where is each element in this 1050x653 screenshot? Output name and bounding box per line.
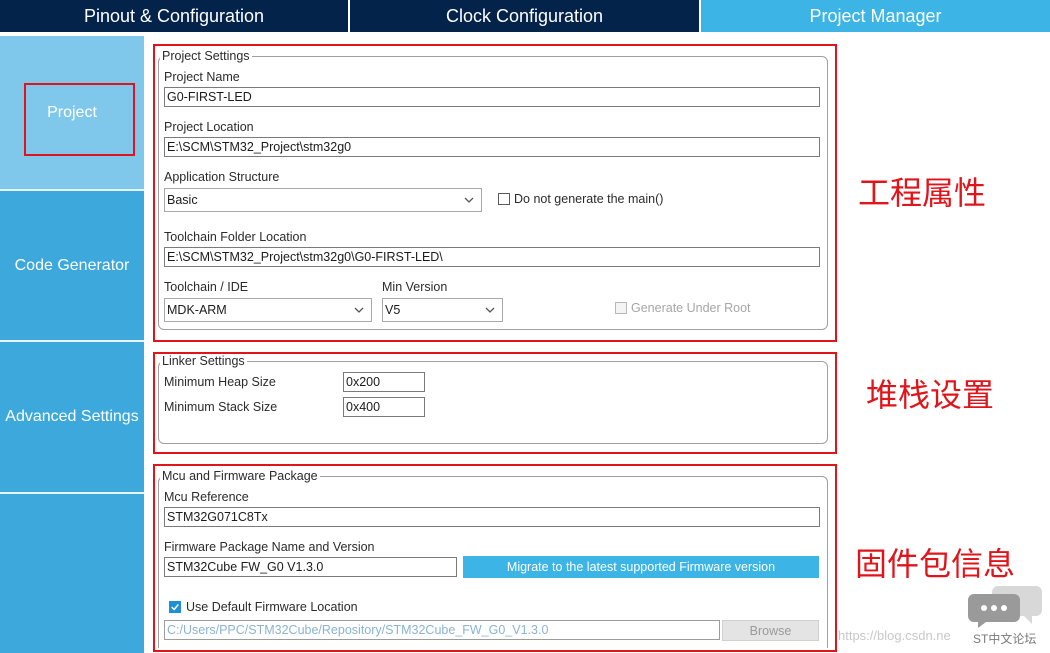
watermark-logo-text: ST中文论坛 bbox=[973, 632, 1037, 646]
sidebar-item-label: Advanced Settings bbox=[5, 408, 139, 425]
watermark-url: https://blog.csdn.ne bbox=[838, 628, 951, 643]
tab-pinout-configuration[interactable]: Pinout & Configuration bbox=[0, 0, 348, 32]
annotation-box-project bbox=[24, 83, 135, 156]
top-tab-bar: Pinout & Configuration Clock Configurati… bbox=[0, 0, 1050, 32]
tab-clock-configuration[interactable]: Clock Configuration bbox=[350, 0, 699, 32]
sidebar-empty-area bbox=[0, 494, 144, 653]
annotation-box-linker-settings bbox=[153, 352, 837, 454]
annotation-stack-settings: 堆栈设置 bbox=[866, 376, 995, 414]
annotation-firmware-info: 固件包信息 bbox=[855, 545, 1016, 583]
sidebar-item-code-generator[interactable]: Code Generator bbox=[0, 191, 144, 340]
annotation-project-properties: 工程属性 bbox=[858, 174, 987, 212]
chat-logo-icon bbox=[968, 586, 1042, 628]
annotation-box-firmware bbox=[153, 464, 837, 652]
tab-project-manager[interactable]: Project Manager bbox=[701, 0, 1050, 32]
sidebar-item-label: Code Generator bbox=[14, 256, 130, 274]
annotation-box-project-settings bbox=[153, 44, 837, 342]
sidebar-item-advanced-settings[interactable]: Advanced Settings bbox=[0, 342, 144, 492]
